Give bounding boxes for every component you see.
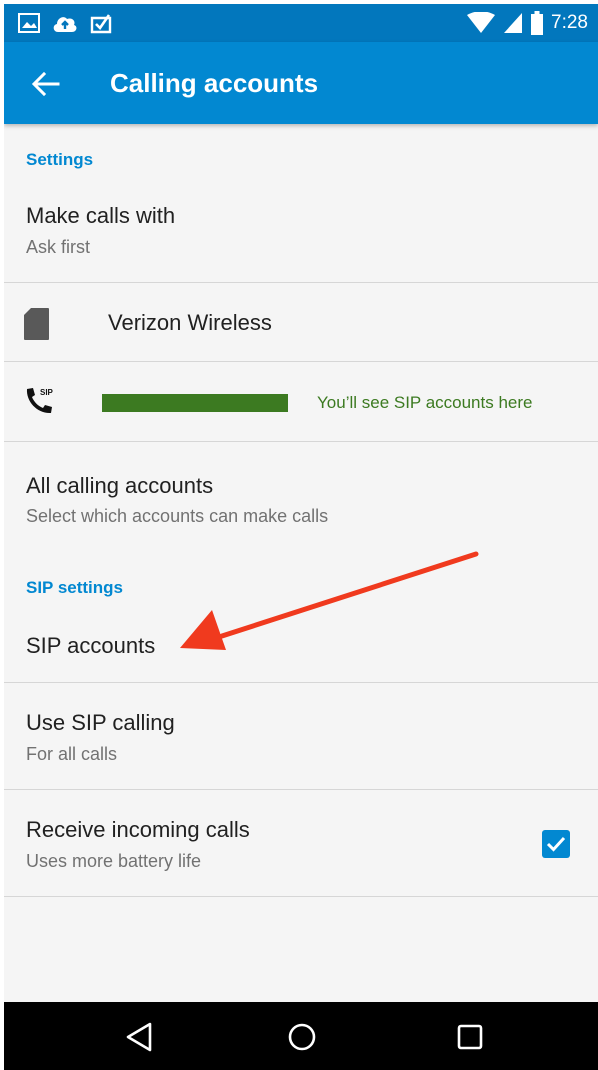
image-icon (18, 13, 40, 33)
divider (4, 896, 598, 897)
navigation-bar (4, 1002, 598, 1070)
back-triangle-icon[interactable] (122, 1020, 158, 1054)
all-calling-accounts-subtitle: Select which accounts can make calls (26, 506, 329, 526)
all-calling-accounts-title: All calling accounts (26, 473, 214, 498)
receive-incoming-calls-checkbox[interactable] (542, 830, 570, 858)
make-calls-with-title: Make calls with (26, 203, 176, 228)
verizon-account-row[interactable]: Verizon Wireless (4, 283, 598, 361)
use-sip-calling-title: Use SIP calling (26, 710, 175, 735)
section-header-settings: Settings (26, 150, 94, 169)
app-bar: Calling accounts (4, 42, 598, 124)
redacted-account-name (102, 394, 288, 412)
page-title: Calling accounts (110, 68, 319, 98)
notification-icons (18, 12, 112, 34)
clipboard-check-icon (90, 14, 112, 34)
home-circle-icon[interactable] (284, 1020, 320, 1054)
annotation-arrow (180, 551, 479, 650)
svg-text:SIP: SIP (40, 388, 54, 397)
receive-incoming-calls-subtitle: Uses more battery life (26, 851, 202, 871)
wifi-icon (467, 12, 496, 33)
make-calls-with-row[interactable]: Make calls with Ask first (4, 184, 598, 284)
sip-accounts-note: You’ll see SIP accounts here (317, 393, 533, 412)
sip-account-row[interactable]: SIP You’ll see SIP accounts here (4, 362, 598, 442)
recents-square-icon[interactable] (452, 1020, 488, 1054)
receive-incoming-calls-title: Receive incoming calls (26, 817, 250, 842)
phone-screen: 7:28 Calling accounts Settings Make call… (4, 4, 598, 1070)
use-sip-calling-value: For all calls (26, 744, 118, 764)
make-calls-with-value: Ask first (26, 237, 91, 257)
status-time: 7:28 (551, 12, 588, 33)
arrow-back-icon[interactable] (30, 68, 62, 100)
check-icon (546, 836, 566, 852)
signal-icon (504, 13, 523, 33)
battery-icon (531, 11, 544, 35)
verizon-account-label: Verizon Wireless (108, 310, 272, 335)
status-bar: 7:28 (4, 4, 598, 42)
sip-accounts-title: SIP accounts (26, 633, 156, 658)
system-icons: 7:28 (467, 10, 588, 36)
section-header-sip-settings: SIP settings (26, 578, 123, 597)
receive-incoming-calls-row[interactable]: Receive incoming calls Uses more battery… (4, 790, 598, 896)
cloud-upload-icon (53, 17, 77, 32)
use-sip-calling-row[interactable]: Use SIP calling For all calls (4, 683, 598, 789)
sim-card-icon (24, 308, 49, 340)
all-calling-accounts-row[interactable]: All calling accounts Select which accoun… (4, 442, 598, 538)
sip-phone-icon: SIP (26, 388, 54, 414)
